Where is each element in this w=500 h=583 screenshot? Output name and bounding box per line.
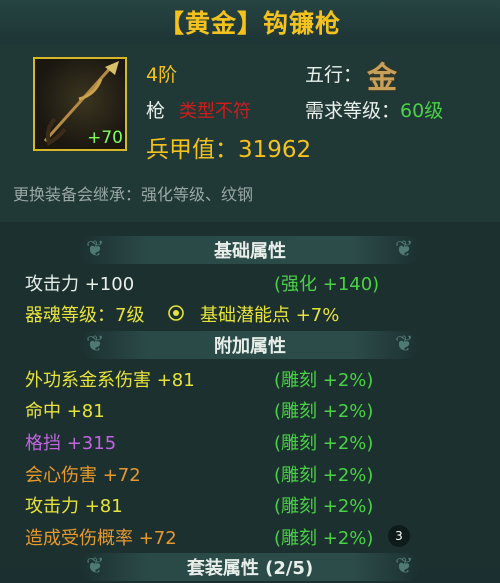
ornament-left-icon: ❦ <box>86 237 105 262</box>
inherit-note: 更换装备会继承：强化等级、纹钢 <box>13 185 254 204</box>
stat-row: 外功系金系伤害 +81 (雕刻 +2%) <box>0 362 500 393</box>
metal-element-icon: 金 <box>367 61 397 96</box>
stat-row: 攻击力 +100 (强化 +140) <box>0 266 500 297</box>
element-label: 五行： <box>305 64 363 86</box>
base-attributes-header: ❦ ❦ 基础属性 <box>0 234 500 266</box>
stat-bonus: (强化 +140) <box>274 274 380 295</box>
stat-name: 格挡 +315 <box>25 433 117 454</box>
required-level: 需求等级：60级 <box>305 96 443 123</box>
stat-name: 会心伤害 +72 <box>25 465 141 486</box>
stat-row: 会心伤害 +72 (雕刻 +2%) <box>0 457 500 488</box>
set-attributes-title: 套装属性 (2/5) <box>186 558 314 579</box>
armor-value: 兵甲值：31962 <box>146 137 312 163</box>
attribute-panel: ❦ ❦ 基础属性 攻击力 +100 (强化 +140) 器魂等级：7级 基础潜能… <box>0 222 500 581</box>
base-attributes-title: 基础属性 <box>214 241 286 262</box>
item-title-bar: 【黄金】钩镰枪 <box>0 0 500 45</box>
type-mismatch-warning: 类型不符 <box>179 101 251 122</box>
stat-bonus: (雕刻 +2%) <box>274 401 374 422</box>
item-grade: 4阶 <box>146 64 178 86</box>
extra-attributes-title: 附加属性 <box>214 336 286 357</box>
stat-row: 器魂等级：7级 基础潜能点 +7% <box>0 297 500 328</box>
ornament-left-icon: ❦ <box>86 554 105 579</box>
ornament-right-icon: ❦ <box>395 332 414 357</box>
stat-name: 攻击力 +81 <box>25 496 123 517</box>
item-title: 【黄金】钩镰枪 <box>158 9 341 38</box>
stat-bonus: (雕刻 +2%) <box>274 528 374 549</box>
stat-bonus: (雕刻 +2%) <box>274 370 374 391</box>
ornament-right-icon: ❦ <box>395 237 414 262</box>
weapon-type: 枪 <box>146 100 166 122</box>
stat-bonus: (雕刻 +2%) <box>274 496 374 517</box>
enhance-level-badge: +70 <box>87 128 123 148</box>
stat-name: 命中 +81 <box>25 401 105 422</box>
item-icon-slot[interactable]: +70 <box>33 57 127 151</box>
stat-bonus: (雕刻 +2%) <box>274 433 374 454</box>
ornament-right-icon: ❦ <box>395 554 414 579</box>
stat-name: 器魂等级：7级 <box>25 305 145 326</box>
stat-row: 格挡 +315 (雕刻 +2%) <box>0 425 500 456</box>
stat-name: 攻击力 +100 <box>25 274 135 295</box>
required-level-label: 需求等级： <box>305 100 401 122</box>
stat-row: 命中 +81 (雕刻 +2%) <box>0 393 500 424</box>
ornament-left-icon: ❦ <box>86 332 105 357</box>
set-attributes-header: ❦ ❦ 套装属性 (2/5) <box>0 551 500 583</box>
notification-badge[interactable]: 3 <box>388 525 410 547</box>
extra-attributes-header: ❦ ❦ 附加属性 <box>0 329 500 361</box>
required-level-value: 60级 <box>400 100 444 122</box>
stat-row: 攻击力 +81 (雕刻 +2%) <box>0 488 500 519</box>
stat-name: 造成受伤概率 +72 <box>25 528 177 549</box>
potential-point-icon <box>168 305 184 321</box>
stat-name: 外功系金系伤害 +81 <box>25 370 195 391</box>
stat-bonus: 基础潜能点 +7% <box>200 305 340 326</box>
stat-bonus: (雕刻 +2%) <box>274 465 374 486</box>
stat-row: 造成受伤概率 +72 (雕刻 +2%) 3 <box>0 520 500 551</box>
